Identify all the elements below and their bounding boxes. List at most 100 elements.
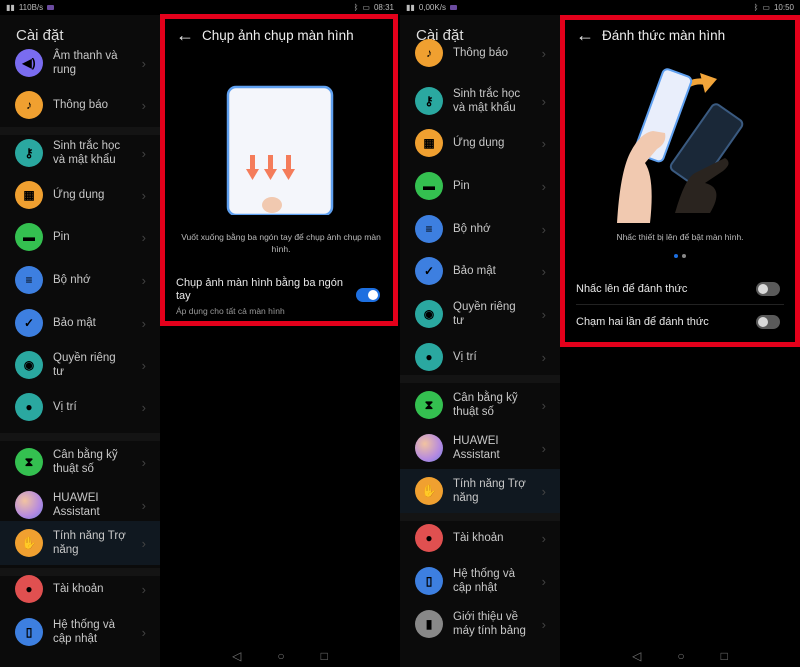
account-icon: ● <box>415 524 443 552</box>
shield-icon: ✓ <box>415 257 443 285</box>
settings-item[interactable]: ▮ Giới thiệu về máy tính bảng › <box>400 602 560 646</box>
chevron-right-icon: › <box>141 454 146 470</box>
highlight-frame <box>560 15 800 347</box>
settings-item[interactable]: ● Tài khoản › <box>0 567 160 611</box>
settings-item-label: Sinh trắc học và mật khẩu <box>453 88 521 114</box>
chevron-right-icon: › <box>541 45 546 61</box>
bluetooth-icon: ᛒ <box>753 3 759 12</box>
phone-icon: ▯ <box>15 618 43 646</box>
settings-item[interactable]: ▬ Pin › <box>400 164 560 208</box>
hourglass-icon: ⧗ <box>15 448 43 476</box>
privacy-icon: ◉ <box>415 300 443 328</box>
settings-item[interactable]: ⧗ Cân bằng kỹ thuật số › <box>0 440 160 484</box>
settings-item[interactable]: ✋ Tính năng Trợ năng › <box>400 469 560 513</box>
settings-item-label: Ứng dụng <box>53 189 105 201</box>
signal-icon: ▮▮ <box>6 3 15 12</box>
status-bar: ▮▮ 0,00K/s ᛒ ▭ 10:50 <box>400 0 800 15</box>
settings-item-label: Giới thiệu về máy tính bảng <box>453 611 526 637</box>
chevron-right-icon: › <box>141 145 146 161</box>
chevron-right-icon: › <box>541 306 546 322</box>
settings-list-panel: Cài đặt ♪ Thông báo › ⚷ Sinh trắc học và mật… <box>400 15 560 667</box>
clock: 10:50 <box>773 3 794 12</box>
chevron-right-icon: › <box>541 573 546 589</box>
bell-icon: ♪ <box>415 39 443 67</box>
assistant-icon <box>15 491 43 519</box>
settings-item-label: Tài khoản <box>453 532 504 544</box>
settings-item[interactable]: ▯ Hệ thống và cập nhật › <box>0 610 160 654</box>
settings-item[interactable]: ♪ Thông báo › <box>400 31 560 75</box>
settings-item[interactable]: ▬ Pin › <box>0 215 160 259</box>
shield-icon: ✓ <box>15 309 43 337</box>
recent-apps-icon[interactable]: □ <box>321 649 328 663</box>
network-speed: 110B/s <box>18 3 44 12</box>
highlight-frame <box>160 14 398 326</box>
assistant-icon <box>415 434 443 462</box>
settings-item[interactable]: ● Tài khoản › <box>400 516 560 560</box>
hourglass-icon: ⧗ <box>415 391 443 419</box>
recent-apps-icon[interactable]: □ <box>721 649 728 663</box>
settings-item-label: Ứng dụng <box>453 137 505 149</box>
settings-item-label: Tính năng Trợ năng <box>53 530 126 556</box>
settings-item-label: Thông báo <box>53 99 108 111</box>
chevron-right-icon: › <box>541 349 546 365</box>
back-nav-icon[interactable]: ◁ <box>232 649 241 663</box>
key-icon: ⚷ <box>15 139 43 167</box>
battery-icon: ▭ <box>362 3 370 12</box>
phone-icon: ▯ <box>415 567 443 595</box>
home-nav-icon[interactable]: ○ <box>277 649 284 663</box>
settings-item-label: Pin <box>53 231 70 243</box>
settings-item-label: Quyền riêng tư <box>453 301 516 327</box>
settings-item[interactable]: ⚷ Sinh trắc học và mật khẩu › <box>400 79 560 123</box>
settings-item[interactable]: ≡ Bộ nhớ › <box>0 258 160 302</box>
settings-item[interactable]: ⚷ Sinh trắc học và mật khẩu › <box>0 131 160 175</box>
settings-item[interactable]: ✓ Bảo mật › <box>400 249 560 293</box>
chevron-right-icon: › <box>141 497 146 513</box>
location-icon: ● <box>415 343 443 371</box>
bell-icon: ♪ <box>15 91 43 119</box>
battery-icon: ▭ <box>762 3 770 12</box>
settings-item-label: Bộ nhớ <box>53 274 91 286</box>
settings-item-label: Sinh trắc học và mật khẩu <box>53 140 121 166</box>
settings-item[interactable]: ◀) Âm thanh và rung › <box>0 41 160 85</box>
navigation-bar: ◁ ○ □ <box>560 645 800 667</box>
hand-icon: ✋ <box>15 529 43 557</box>
settings-item[interactable]: ▦ Ứng dụng › <box>400 121 560 165</box>
storage-icon: ≡ <box>415 215 443 243</box>
settings-item[interactable]: ◉ Quyền riêng tư › <box>0 343 160 387</box>
tablet-icon: ▮ <box>415 610 443 638</box>
chevron-right-icon: › <box>141 535 146 551</box>
settings-item[interactable]: ● Vị trí › <box>400 335 560 379</box>
apps-icon: ▦ <box>415 129 443 157</box>
settings-item[interactable]: ● Vị trí › <box>0 385 160 429</box>
chevron-right-icon: › <box>541 263 546 279</box>
chevron-right-icon: › <box>541 483 546 499</box>
chevron-right-icon: › <box>141 581 146 597</box>
settings-item[interactable]: ▯ Hệ thống và cập nhật › <box>400 559 560 603</box>
notification-icon <box>47 5 55 10</box>
back-nav-icon[interactable]: ◁ <box>632 649 641 663</box>
settings-item-label: Hệ thống và cập nhật <box>453 568 516 594</box>
chevron-right-icon: › <box>541 616 546 632</box>
apps-icon: ▦ <box>15 181 43 209</box>
navigation-bar: ◁ ○ □ <box>160 645 400 667</box>
settings-item[interactable]: ✋ Tính năng Trợ năng › <box>0 521 160 565</box>
settings-item-label: Tính năng Trợ năng <box>453 478 526 504</box>
bluetooth-icon: ᛒ <box>353 3 359 12</box>
settings-item-label: Thông báo <box>453 47 508 59</box>
settings-item[interactable]: ⧗ Cân bằng kỹ thuật số › <box>400 383 560 427</box>
settings-item[interactable]: ♪ Thông báo › <box>0 83 160 127</box>
chevron-right-icon: › <box>141 229 146 245</box>
home-nav-icon[interactable]: ○ <box>677 649 684 663</box>
status-bar: ▮▮ 110B/s ᛒ ▭ 08:31 <box>0 0 400 15</box>
volume-icon: ◀) <box>15 49 43 77</box>
settings-item[interactable]: ▦ Ứng dụng › <box>0 173 160 217</box>
settings-item-label: Cân bằng kỹ thuật số <box>453 392 518 418</box>
chevron-right-icon: › <box>541 397 546 413</box>
settings-item[interactable]: ✓ Bảo mật › <box>0 301 160 345</box>
notification-icon <box>449 5 457 10</box>
settings-item[interactable]: ≡ Bộ nhớ › <box>400 207 560 251</box>
settings-item[interactable]: ◉ Quyền riêng tư › <box>400 292 560 336</box>
battery-icon: ▬ <box>415 172 443 200</box>
settings-item[interactable]: HUAWEI Assistant › <box>400 426 560 470</box>
chevron-right-icon: › <box>541 221 546 237</box>
